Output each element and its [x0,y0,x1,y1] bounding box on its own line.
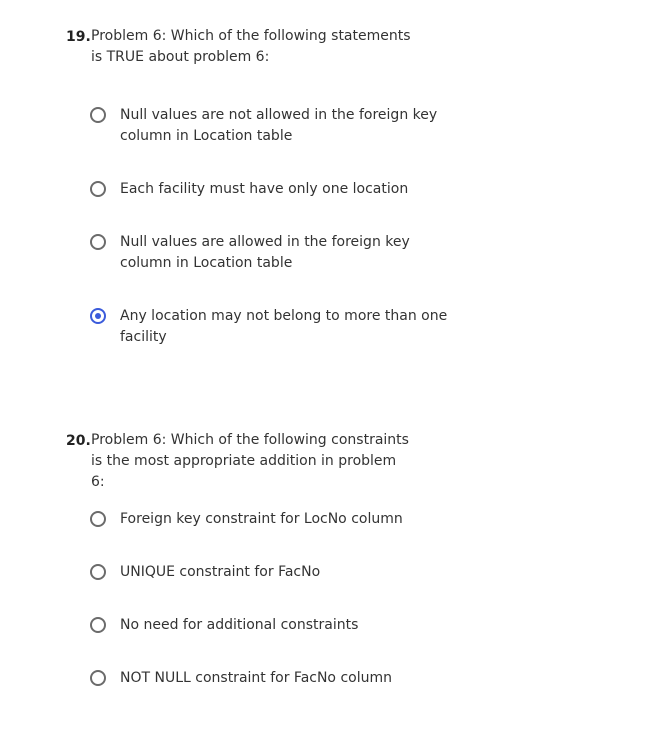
question-text: Problem 6: Which of the following statem… [91,28,411,65]
answer-option-label: Null values are allowed in the foreign k… [120,234,410,271]
radio-button[interactable] [90,670,106,686]
question-text: Problem 6: Which of the following constr… [91,432,409,490]
radio-button[interactable] [90,181,106,197]
answer-option-label: No need for additional constraints [120,617,359,633]
radio-button[interactable] [90,617,106,633]
answer-option-label: Foreign key constraint for LocNo column [120,511,403,527]
radio-button[interactable] [90,511,106,527]
answer-option-label: UNIQUE constraint for FacNo [120,564,321,580]
answer-option-label: NOT NULL constraint for FacNo column [120,670,392,686]
question-number: 20. [66,433,91,449]
answer-option-label: Null values are not allowed in the forei… [120,107,438,144]
answer-option-label: Any location may not belong to more than… [120,308,448,345]
answer-option-label: Each facility must have only one locatio… [120,181,409,197]
radio-button-selected[interactable] [90,308,106,324]
radio-button[interactable] [90,107,106,123]
radio-button[interactable] [90,564,106,580]
question-number: 19. [66,29,91,45]
radio-button[interactable] [90,234,106,250]
